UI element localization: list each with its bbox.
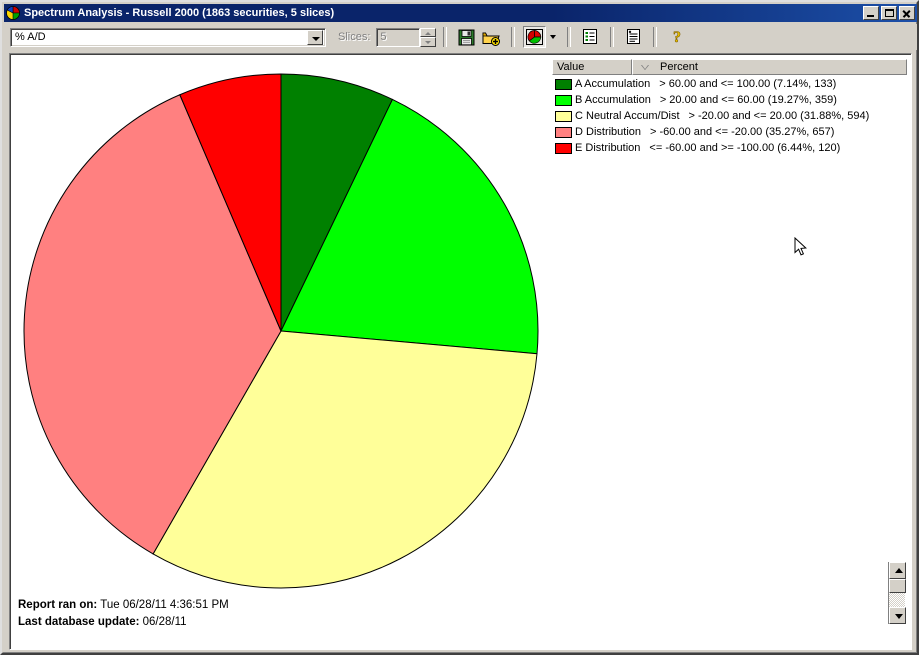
legend-item-range: > -60.00 and <= -20.00 (35.27%, 657) xyxy=(650,126,835,138)
application-window: Spectrum Analysis - Russell 2000 (1863 s… xyxy=(0,0,919,655)
sort-descending-icon xyxy=(641,64,649,70)
last-update-label: Last database update: xyxy=(18,616,140,628)
toolbar-separator xyxy=(610,27,615,47)
window-inner-frame: Spectrum Analysis - Russell 2000 (1863 s… xyxy=(2,2,917,653)
legend-color-swatch xyxy=(555,110,572,122)
title-bar[interactable]: Spectrum Analysis - Russell 2000 (1863 s… xyxy=(4,4,917,22)
window-controls xyxy=(863,6,915,20)
maximize-button[interactable] xyxy=(881,6,897,20)
chart-type-dropdown[interactable] xyxy=(547,26,560,48)
legend-item-name: D Distribution xyxy=(575,126,642,138)
legend-color-swatch xyxy=(555,78,572,90)
toolbar: % A/D Slices: 5 ? xyxy=(4,24,917,50)
toolbar-separator xyxy=(511,27,516,47)
legend-row[interactable]: E Distribution <= -60.00 and >= -100.00 (… xyxy=(552,140,907,156)
report-ran-line: Report ran on: Tue 06/28/11 4:36:51 PM xyxy=(18,597,229,614)
toolbar-separator xyxy=(567,27,572,47)
legend-item-name: E Distribution xyxy=(575,142,641,154)
detail-report-icon xyxy=(626,29,640,44)
report-ran-value: Tue 06/28/11 4:36:51 PM xyxy=(100,599,229,611)
legend-column-percent[interactable]: Percent xyxy=(632,59,907,75)
open-button[interactable] xyxy=(480,26,503,48)
legend-item-name: B Accumulation xyxy=(575,94,651,106)
field-selector-value: % A/D xyxy=(15,31,46,43)
help-button[interactable]: ? xyxy=(665,26,688,48)
last-update-line: Last database update: 06/28/11 xyxy=(18,614,229,631)
legend-item-name: C Neutral Accum/Dist xyxy=(575,110,680,122)
report-footer: Report ran on: Tue 06/28/11 4:36:51 PM L… xyxy=(18,597,229,631)
legend-scrollbar[interactable] xyxy=(888,562,906,624)
list-view-icon xyxy=(583,29,598,44)
open-folder-icon xyxy=(482,32,501,46)
pie-chart-icon xyxy=(526,29,544,45)
slices-label: Slices: xyxy=(338,31,371,43)
legend-color-swatch xyxy=(555,142,572,154)
spin-down-icon[interactable] xyxy=(420,37,437,47)
toolbar-separator xyxy=(443,27,448,47)
legend-header: Value Percent xyxy=(552,59,907,75)
spin-up-icon[interactable] xyxy=(420,27,437,37)
legend-color-swatch xyxy=(555,126,572,138)
slices-stepper[interactable]: 5 xyxy=(376,27,437,47)
scroll-up-icon[interactable] xyxy=(889,562,906,579)
slices-value[interactable]: 5 xyxy=(376,27,421,47)
save-button[interactable] xyxy=(455,26,478,48)
pie-chart-icon xyxy=(5,5,21,21)
window-title: Spectrum Analysis - Russell 2000 (1863 s… xyxy=(24,7,335,19)
svg-text:?: ? xyxy=(673,29,681,46)
legend-row-list: A Accumulation > 60.00 and <= 100.00 (7.1… xyxy=(552,75,907,156)
legend-row[interactable]: B Accumulation > 20.00 and <= 60.00 (19.2… xyxy=(552,92,907,108)
legend-column-percent-label: Percent xyxy=(660,61,698,73)
slices-spin-buttons[interactable] xyxy=(420,27,437,47)
field-selector-combobox[interactable]: % A/D xyxy=(10,27,326,47)
chart-type-button[interactable] xyxy=(523,26,547,48)
pie-chart[interactable] xyxy=(10,54,556,599)
legend-color-swatch xyxy=(555,94,572,106)
question-mark-icon: ? xyxy=(673,29,682,46)
report-client-area: Value Percent A Accumulation > 60.00 and … xyxy=(9,53,912,650)
report-view-button[interactable] xyxy=(579,26,602,48)
legend-panel: Value Percent A Accumulation > 60.00 and … xyxy=(552,59,907,626)
legend-row[interactable]: C Neutral Accum/Dist > -20.00 and <= 20.0… xyxy=(552,108,907,124)
chevron-down-icon[interactable] xyxy=(307,29,323,45)
close-button[interactable] xyxy=(899,6,915,20)
report-ran-label: Report ran on: xyxy=(18,599,98,611)
legend-row[interactable]: A Accumulation > 60.00 and <= 100.00 (7.1… xyxy=(552,76,907,92)
pie-chart-svg[interactable] xyxy=(10,54,556,599)
toolbar-separator xyxy=(653,27,658,47)
scrollbar-thumb[interactable] xyxy=(889,579,906,593)
legend-column-value-label: Value xyxy=(557,61,585,73)
detail-report-button[interactable] xyxy=(622,26,645,48)
legend-item-range: > -20.00 and <= 20.00 (31.88%, 594) xyxy=(688,110,870,122)
legend-item-name: A Accumulation xyxy=(575,78,651,90)
floppy-disk-icon xyxy=(458,29,475,45)
minimize-button[interactable] xyxy=(863,6,879,20)
last-update-value: 06/28/11 xyxy=(142,616,187,628)
legend-item-range: > 60.00 and <= 100.00 (7.14%, 133) xyxy=(659,78,837,90)
legend-row[interactable]: D Distribution > -60.00 and <= -20.00 (35… xyxy=(552,124,907,140)
legend-column-value[interactable]: Value xyxy=(552,59,632,75)
legend-item-range: <= -60.00 and >= -100.00 (6.44%, 120) xyxy=(649,142,841,154)
scroll-down-icon[interactable] xyxy=(889,607,906,624)
legend-item-range: > 20.00 and <= 60.00 (19.27%, 359) xyxy=(659,94,837,106)
